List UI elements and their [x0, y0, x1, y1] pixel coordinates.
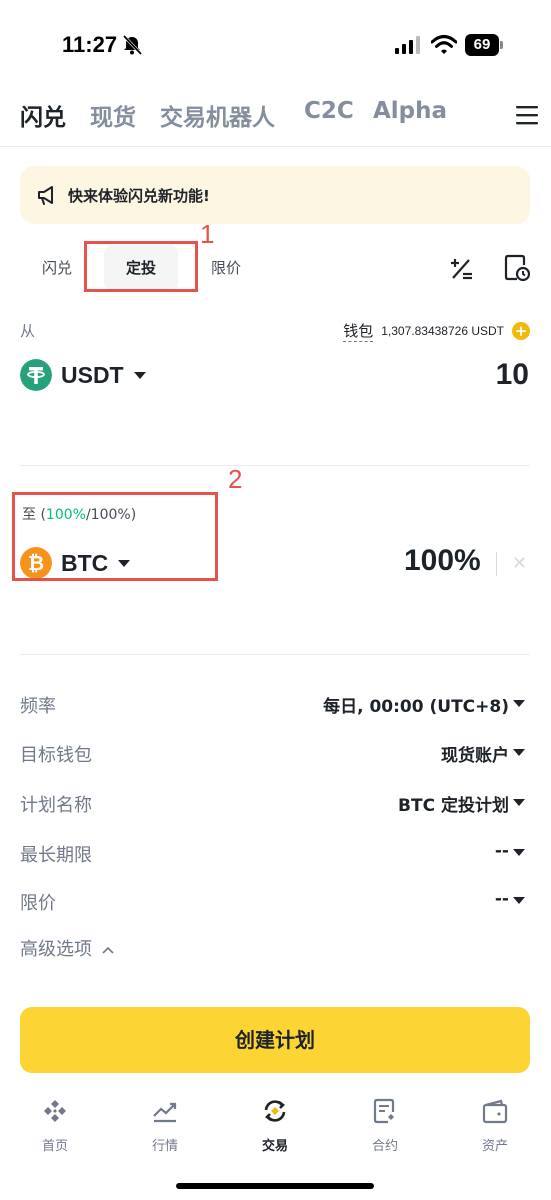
annotation-box-2 [12, 492, 218, 581]
status-bar: 11:27 69 [0, 0, 551, 90]
wallet-label[interactable]: 钱包 [343, 320, 374, 342]
target-wallet-label: 目标钱包 [20, 745, 92, 766]
battery-tip [500, 41, 503, 49]
hamburger-menu-icon[interactable] [514, 104, 540, 126]
banner-text: 快来体验闪兑新功能! [68, 187, 210, 205]
plan-name-row[interactable]: 计划名称 BTC 定投计划 [20, 787, 531, 817]
chevron-up-icon [102, 946, 114, 954]
from-coin-dropdown-icon [133, 371, 146, 379]
tab-alpha[interactable]: Alpha [373, 98, 447, 124]
markets-icon [153, 1102, 177, 1123]
limit-price-dropdown-icon [513, 897, 525, 904]
tab-trading-bots[interactable]: 交易机器人 [160, 98, 275, 132]
nav-futures-label: 合约 [371, 1139, 398, 1154]
annotation-label-1: 1 [200, 219, 215, 249]
annotation-label-2: 2 [228, 464, 243, 494]
futures-icon [373, 1098, 395, 1124]
wifi-icon [431, 35, 457, 54]
section-divider [20, 465, 530, 466]
clear-icon[interactable]: ✕ [512, 553, 527, 574]
plan-name-label: 计划名称 [20, 795, 92, 816]
advanced-options-label: 高级选项 [20, 939, 92, 960]
add-funds-plus-icon[interactable]: + [512, 322, 530, 340]
home-indicator [176, 1183, 374, 1189]
nav-home-label: 首页 [41, 1139, 68, 1154]
tab-flash-swap[interactable]: 闪兑 [20, 98, 66, 132]
limit-price-label: 限价 [20, 893, 56, 914]
usdt-tether-icon [20, 359, 52, 391]
top-tabs: 闪兑 现货 交易机器人 C2C Alpha [20, 98, 540, 138]
nav-assets-label: 资产 [481, 1139, 508, 1154]
nav-futures[interactable]: 合约 [330, 1085, 440, 1165]
from-amount-input[interactable]: 10 [496, 358, 529, 392]
header-divider [0, 146, 551, 147]
max-duration-label: 最长期限 [20, 845, 92, 866]
wallet-amount: 1,307.83438726 USDT [381, 324, 504, 338]
feature-banner[interactable]: 快来体验闪兑新功能! [20, 166, 530, 224]
max-duration-dropdown-icon [513, 849, 525, 856]
nav-markets[interactable]: 行情 [110, 1085, 220, 1165]
nav-markets-label: 行情 [151, 1139, 178, 1154]
status-time: 11:27 [62, 32, 118, 57]
advanced-options-toggle[interactable]: 高级选项 [20, 935, 115, 961]
target-wallet-value: 现货账户 [441, 746, 509, 766]
target-wallet-row[interactable]: 目标钱包 现货账户 [20, 737, 531, 767]
bottom-navigation: 首页 行情 交易 合约 资产 [0, 1085, 551, 1165]
bell-muted-icon [122, 34, 143, 56]
nav-assets[interactable]: 资产 [440, 1085, 550, 1165]
to-percent-input[interactable]: 100% [404, 544, 481, 578]
battery-indicator: 69 [465, 34, 503, 56]
plan-name-value: BTC 定投计划 [398, 796, 509, 816]
section-divider [20, 654, 530, 655]
sub-tab-flash-swap[interactable]: 闪兑 [42, 257, 72, 278]
frequency-label: 频率 [20, 696, 56, 717]
frequency-row[interactable]: 频率 每日, 00:00 (UTC+8) [20, 688, 531, 718]
target-wallet-dropdown-icon [513, 749, 525, 756]
annotation-box-1 [84, 241, 198, 292]
limit-price-value: -- [494, 889, 509, 909]
tab-c2c[interactable]: C2C [304, 98, 354, 124]
order-history-icon[interactable] [504, 254, 530, 282]
assets-icon [482, 1099, 508, 1124]
battery-level: 69 [465, 34, 499, 56]
signal-icon [395, 36, 420, 54]
plan-name-dropdown-icon [513, 799, 525, 806]
max-duration-value: -- [494, 841, 509, 861]
sub-tab-limit[interactable]: 限价 [211, 257, 241, 278]
nav-home[interactable]: 首页 [0, 1085, 110, 1165]
limit-price-row[interactable]: 限价 -- [20, 885, 531, 915]
nav-trade[interactable]: 交易 [220, 1085, 330, 1165]
from-coin-name: USDT [61, 361, 124, 388]
from-label: 从 [20, 322, 36, 340]
frequency-dropdown-icon [513, 700, 525, 707]
max-duration-row[interactable]: 最长期限 -- [20, 837, 531, 867]
tab-spot[interactable]: 现货 [90, 98, 136, 132]
frequency-value: 每日, 00:00 (UTC+8) [323, 697, 509, 717]
wallet-balance: 钱包 1,307.83438726 USDT + [343, 320, 530, 342]
from-coin-selector[interactable]: USDT [20, 359, 146, 391]
input-cursor [496, 552, 497, 576]
nav-trade-label: 交易 [261, 1139, 288, 1154]
create-plan-button[interactable]: 创建计划 [20, 1007, 530, 1073]
trade-icon [264, 1100, 286, 1122]
megaphone-icon [38, 186, 53, 205]
home-icon [44, 1100, 66, 1122]
plus-minus-icon[interactable] [448, 256, 474, 282]
